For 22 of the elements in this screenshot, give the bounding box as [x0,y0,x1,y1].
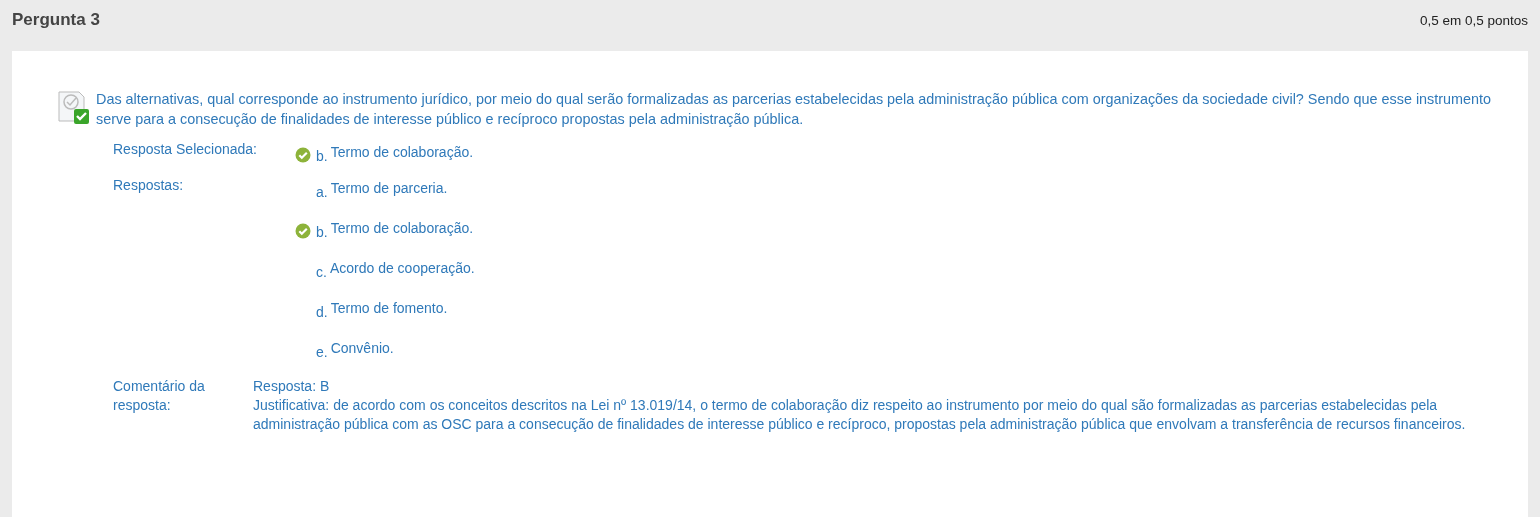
score-text: 0,5 em 0,5 pontos [1419,12,1528,28]
answer-text: Termo de fomento. [330,300,448,316]
answer-text: Termo de parceria. [330,180,448,196]
option-letter: b. [316,224,328,240]
check-icon [295,223,311,239]
field-label: Respostas: [113,177,185,193]
comment-text: Justificativa: de acordo com os conceitos descritos na Lei nº 13.019/14, o termo de colaboração diz respeito ao instrumento por meio do qual são formalizadas as parcerias estabelecidas pela administração pública com as OSC para a consecução de finalidades de interesse público e recíproco, propostas pela administração pública que envolvam a transferência de recursos financeiros. [253,396,1467,434]
option-letter: d. [316,304,328,320]
question-title: Pergunta 3 [12,10,100,30]
field-label: Comentário da resposta: [113,377,206,415]
answer-text: Termo de colaboração. [330,144,474,160]
answer-text: Acordo de cooperação. [329,260,475,276]
answer-text: Termo de colaboração. [330,220,474,236]
option-letter: b. [316,148,328,164]
field-label: Resposta Selecionada: [113,141,258,157]
comment-text: Resposta: B [253,377,331,396]
answer-text: Convênio. [330,340,394,356]
option-letter: a. [316,184,328,200]
option-letter: c. [316,264,327,280]
option-letter: e. [316,344,328,360]
question-text: Das alternativas, qual corresponde ao instrumento jurídico, por meio do qual serão formalizadas as parcerias estabelecidas pela administração pública com organizações da sociedade civil? Sendo que esse instrumento serve para a consecução de finalidades de interesse público e recíproco propostas pela administração pública. [96,90,1493,129]
check-icon [295,147,311,163]
